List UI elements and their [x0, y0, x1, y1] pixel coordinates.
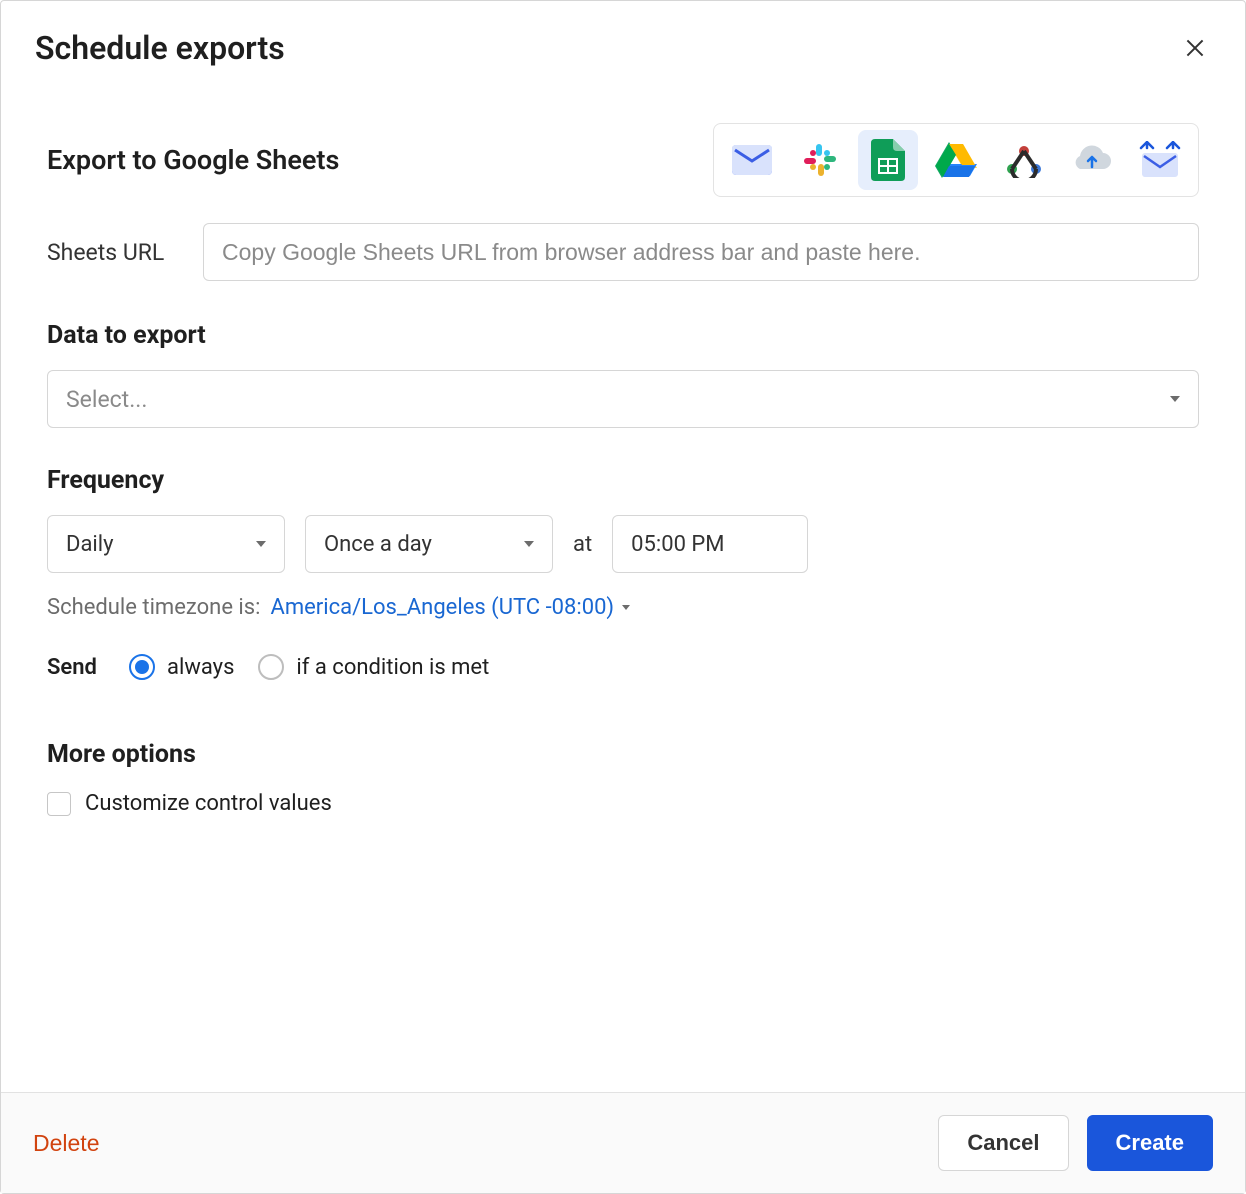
- destination-slack[interactable]: [790, 130, 850, 190]
- frequency-row: Daily Once a day at 05:00 PM: [47, 515, 1199, 573]
- destination-mail-transfer[interactable]: [1130, 130, 1190, 190]
- cancel-button[interactable]: Cancel: [938, 1115, 1068, 1171]
- schedule-exports-modal: Schedule exports Export to Google Sheets: [0, 0, 1246, 1194]
- customize-control-row: Customize control values: [47, 791, 1199, 816]
- send-condition-label: if a condition is met: [296, 655, 489, 680]
- frequency-heading: Frequency: [47, 466, 1199, 495]
- create-button[interactable]: Create: [1087, 1115, 1213, 1171]
- google-drive-icon: [935, 142, 977, 178]
- frequency-at-label: at: [573, 532, 592, 557]
- destination-cloud-upload[interactable]: [1062, 130, 1122, 190]
- destination-google-drive[interactable]: [926, 130, 986, 190]
- send-label: Send: [47, 655, 105, 680]
- destination-email[interactable]: [722, 130, 782, 190]
- slack-icon: [802, 142, 838, 178]
- delete-button[interactable]: Delete: [33, 1120, 99, 1167]
- modal-header: Schedule exports: [1, 1, 1245, 67]
- timezone-select[interactable]: America/Los_Angeles (UTC -08:00): [270, 595, 630, 620]
- webhook-icon: [1004, 142, 1044, 178]
- timezone-row: Schedule timezone is: America/Los_Angele…: [47, 595, 1199, 620]
- google-sheets-icon: [871, 139, 905, 181]
- send-condition-radio[interactable]: if a condition is met: [258, 654, 489, 680]
- send-row: Send always if a condition is met: [47, 654, 1199, 680]
- destination-group: [713, 123, 1199, 197]
- export-title: Export to Google Sheets: [47, 144, 339, 176]
- radio-icon: [258, 654, 284, 680]
- sheets-url-label: Sheets URL: [47, 239, 177, 266]
- destination-google-sheets[interactable]: [858, 130, 918, 190]
- data-to-export-heading: Data to export: [47, 321, 1199, 350]
- modal-body: Export to Google Sheets: [1, 67, 1245, 1092]
- radio-icon: [129, 654, 155, 680]
- frequency-interval-select[interactable]: Daily: [47, 515, 285, 573]
- data-select-placeholder: Select...: [66, 386, 147, 413]
- cloud-upload-icon: [1071, 145, 1113, 175]
- frequency-repeat-value: Once a day: [324, 532, 432, 557]
- email-icon: [732, 145, 772, 175]
- sheets-url-input[interactable]: [203, 223, 1199, 281]
- chevron-down-icon: [1170, 396, 1180, 402]
- send-always-radio[interactable]: always: [129, 654, 234, 680]
- close-icon: [1182, 35, 1208, 61]
- data-to-export-select[interactable]: Select...: [47, 370, 1199, 428]
- frequency-time-value: 05:00 PM: [631, 532, 724, 557]
- sheets-url-row: Sheets URL: [47, 223, 1199, 281]
- timezone-label: Schedule timezone is:: [47, 595, 260, 620]
- customize-control-checkbox[interactable]: [47, 792, 71, 816]
- frequency-interval-value: Daily: [66, 532, 114, 557]
- chevron-down-icon: [524, 541, 534, 547]
- chevron-down-icon: [256, 541, 266, 547]
- close-button[interactable]: [1179, 32, 1211, 64]
- customize-control-label: Customize control values: [85, 791, 332, 816]
- chevron-down-icon: [622, 605, 630, 610]
- more-options-heading: More options: [47, 740, 1199, 769]
- timezone-value: America/Los_Angeles (UTC -08:00): [270, 595, 614, 620]
- footer-actions: Cancel Create: [938, 1115, 1213, 1171]
- modal-footer: Delete Cancel Create: [1, 1092, 1245, 1193]
- frequency-repeat-select[interactable]: Once a day: [305, 515, 553, 573]
- send-always-label: always: [167, 655, 234, 680]
- destination-webhook[interactable]: [994, 130, 1054, 190]
- mail-transfer-icon: [1139, 141, 1181, 179]
- modal-title: Schedule exports: [35, 29, 285, 67]
- frequency-time-input[interactable]: 05:00 PM: [612, 515, 808, 573]
- export-section-row: Export to Google Sheets: [47, 123, 1199, 197]
